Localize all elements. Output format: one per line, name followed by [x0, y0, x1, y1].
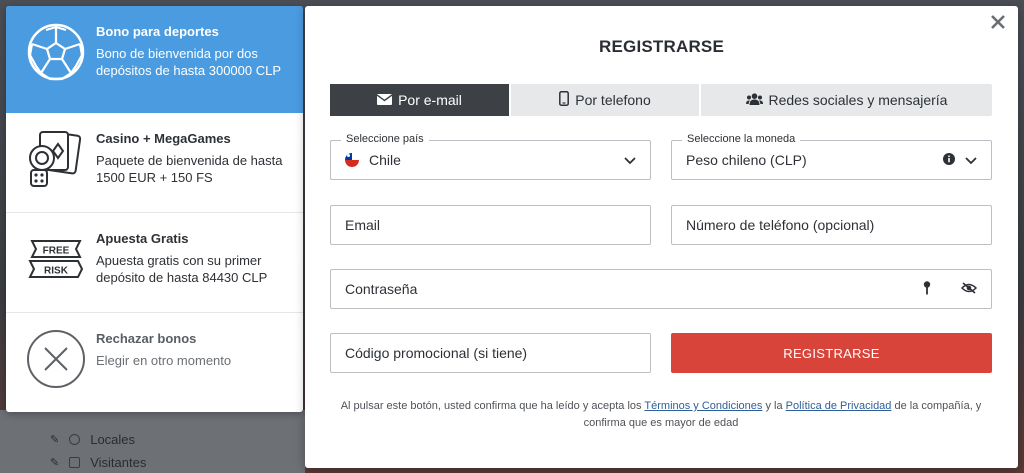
country-select[interactable]: Seleccione país Chile	[330, 133, 651, 180]
pin-icon: ✎	[50, 457, 60, 469]
phone-field-wrapper	[671, 205, 992, 245]
tab-label: Por telefono	[575, 92, 651, 108]
chevron-down-icon	[965, 152, 977, 168]
free-risk-tickets-icon: FREE RISK	[24, 227, 88, 291]
casino-cards-icon	[24, 127, 88, 191]
risk-ticket-label: RISK	[44, 266, 69, 277]
bonus-description: Elegir en otro momento	[96, 353, 232, 368]
tab-label: Por e-mail	[398, 92, 462, 108]
registration-method-tabs: Por e-mail Por telefono Redes sociales y…	[330, 84, 992, 116]
pin-icon: ✎	[50, 434, 60, 446]
privacy-link[interactable]: Política de Privacidad	[786, 400, 892, 412]
bonus-description: Paquete de bienvenida de hasta 1500 EUR …	[96, 153, 283, 185]
terms-prefix: Al pulsar este botón, usted confirma que…	[340, 400, 645, 412]
tab-social[interactable]: Redes sociales y mensajería	[701, 84, 992, 116]
modal-title: REGISTRARSE	[599, 37, 724, 56]
bonus-description: Apuesta gratis con su primer depósito de…	[96, 253, 268, 285]
tab-label: Redes sociales y mensajería	[768, 92, 948, 108]
background-row-locales: ✎ Locales	[50, 432, 135, 447]
soccer-ball-icon	[24, 20, 88, 84]
info-icon[interactable]	[943, 152, 955, 168]
tab-phone[interactable]: Por telefono	[511, 84, 701, 116]
email-field[interactable]	[345, 217, 636, 233]
promo-field-wrapper	[330, 333, 651, 373]
eye-slash-icon[interactable]	[960, 281, 978, 297]
checkbox-icon	[69, 457, 81, 468]
register-button[interactable]: REGISTRARSE	[671, 333, 992, 373]
bonus-panel: Bono para deportes Bono de bienvenida po…	[6, 6, 303, 412]
currency-value: Peso chileno (CLP)	[686, 152, 807, 168]
close-icon[interactable]	[988, 12, 1008, 32]
registration-modal: REGISTRARSE Por e-mail Por telefono Rede…	[305, 6, 1018, 468]
currency-legend: Seleccione la moneda	[682, 133, 801, 145]
background-filter-panel: ✎ Locales ✎ Visitantes	[0, 410, 305, 473]
country-legend: Seleccione país	[341, 133, 429, 145]
bonus-title: Bono para deportes	[96, 24, 219, 39]
users-icon	[745, 92, 763, 108]
phone-field[interactable]	[686, 217, 977, 233]
currency-select[interactable]: Seleccione la moneda Peso chileno (CLP)	[671, 133, 992, 180]
chevron-down-icon	[624, 152, 636, 168]
background-row-label: Locales	[90, 432, 136, 447]
background-row-visitantes: ✎ Visitantes	[50, 455, 146, 470]
bonus-reject[interactable]: Rechazar bonos Elegir en otro momento	[6, 313, 303, 412]
tab-email[interactable]: Por e-mail	[330, 84, 511, 116]
bonus-free-bet[interactable]: FREE RISK Apuesta Gratis Apuesta gratis …	[6, 213, 303, 313]
mobile-phone-icon	[559, 91, 570, 109]
promo-code-field[interactable]	[345, 345, 636, 361]
bonus-casino[interactable]: Casino + MegaGames Paquete de bienvenida…	[6, 113, 303, 213]
reject-circle-x-icon	[24, 327, 88, 391]
radio-icon	[69, 434, 81, 445]
terms-notice: Al pulsar este botón, usted confirma que…	[335, 398, 987, 432]
terms-middle: y la	[762, 400, 786, 412]
free-ticket-label: FREE	[43, 246, 70, 257]
bonus-title: Rechazar bonos	[96, 331, 197, 346]
email-field-wrapper	[330, 205, 651, 245]
country-value: Chile	[369, 152, 401, 168]
bonus-title: Casino + MegaGames	[96, 131, 231, 146]
chile-flag-icon	[345, 153, 359, 167]
key-icon[interactable]	[923, 280, 931, 298]
background-row-label: Visitantes	[90, 455, 147, 470]
password-field[interactable]	[345, 281, 923, 297]
bonus-title: Apuesta Gratis	[96, 231, 189, 246]
bonus-description: Bono de bienvenida por dos depósitos de …	[96, 46, 282, 78]
terms-link[interactable]: Términos y Condiciones	[644, 400, 762, 412]
envelope-icon	[376, 92, 393, 108]
password-field-wrapper	[330, 269, 992, 309]
bonus-sports[interactable]: Bono para deportes Bono de bienvenida po…	[6, 6, 303, 113]
